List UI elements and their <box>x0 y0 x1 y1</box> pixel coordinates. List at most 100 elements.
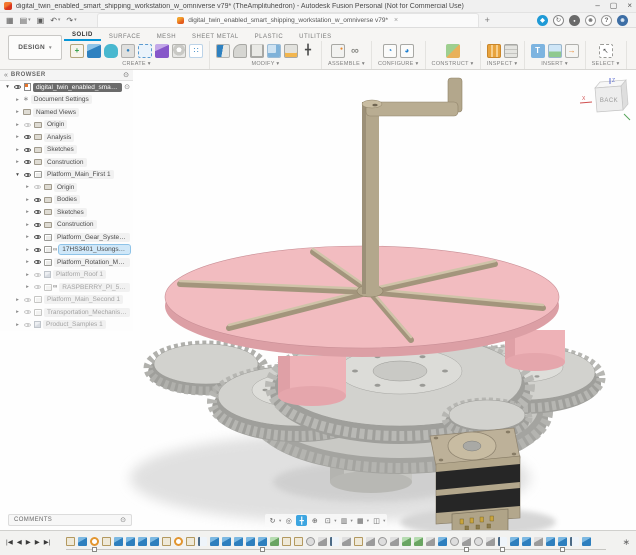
expand-arrow-icon[interactable]: ▸ <box>24 209 31 215</box>
job-status-icon[interactable]: ↻ <box>553 15 564 26</box>
browser-tree-item[interactable]: ▸Sketches <box>0 144 133 157</box>
display-settings-tool[interactable]: ▥▾ <box>339 515 353 526</box>
visibility-eye-icon[interactable] <box>23 170 32 179</box>
ribbon-tab-plastic[interactable]: PLASTIC <box>247 32 292 41</box>
expand-arrow-icon[interactable]: ▸ <box>14 159 21 165</box>
orbit-tool[interactable]: ↻▾ <box>267 515 281 526</box>
expand-arrow-icon[interactable]: ▸ <box>24 247 31 253</box>
canvas-icon[interactable] <box>548 44 562 58</box>
visibility-eye-icon[interactable] <box>33 208 42 217</box>
fit-tool[interactable]: ⊡▾ <box>322 515 336 526</box>
timeline-feature-blue-flag[interactable] <box>330 537 339 546</box>
insert-dropdown[interactable]: INSERT ▾ <box>541 61 568 67</box>
expand-arrow-icon[interactable]: ▸ <box>14 134 21 140</box>
step-back-button[interactable]: ◀ <box>17 538 22 546</box>
viewports-tool[interactable]: ◫▾ <box>371 515 385 526</box>
close-button[interactable]: × <box>627 1 632 11</box>
timeline-feature-gray-link[interactable] <box>306 537 315 546</box>
visibility-eye-icon[interactable] <box>23 133 32 142</box>
expand-arrow-icon[interactable]: ▸ <box>14 297 21 303</box>
browser-tree-item[interactable]: ▸Platform_Rotation_Mechanism 1 <box>0 256 133 269</box>
visibility-eye-icon[interactable] <box>33 245 42 254</box>
timeline-feature-gray-joint[interactable] <box>342 537 351 546</box>
visibility-eye-icon[interactable] <box>33 220 42 229</box>
shell-icon[interactable] <box>250 44 264 58</box>
expand-arrow-icon[interactable]: ▸ <box>24 222 31 228</box>
ribbon-tab-utilities[interactable]: UTILITIES <box>291 32 340 41</box>
timeline-feature-blue-solid[interactable] <box>438 537 447 546</box>
ribbon-tab-solid[interactable]: SOLID <box>64 30 101 41</box>
timeline-feature-blue-solid[interactable] <box>126 537 135 546</box>
form-icon[interactable] <box>104 44 118 58</box>
timeline-feature-gray-link[interactable] <box>450 537 459 546</box>
move-icon[interactable] <box>301 44 315 58</box>
timeline-feature-green-comp[interactable] <box>402 537 411 546</box>
browser-tree-item[interactable]: ▸∗Document Settings <box>0 94 133 107</box>
collapse-panel-icon[interactable]: « <box>4 72 8 79</box>
expand-arrow-icon[interactable]: ▸ <box>14 309 21 315</box>
visibility-eye-icon[interactable] <box>33 270 42 279</box>
timeline-group-marker[interactable] <box>92 547 97 552</box>
timeline-settings-gear-icon[interactable]: ∗ <box>622 537 630 548</box>
browser-tree-item[interactable]: ▸Sketches <box>0 206 133 219</box>
timeline-feature-tan-sketch[interactable] <box>354 537 363 546</box>
timeline-feature-gray-joint[interactable] <box>486 537 495 546</box>
browser-tree-item[interactable]: ▾digital_twin_enabled_smart_s...⊙ <box>0 81 133 94</box>
timeline-feature-gray-joint[interactable] <box>534 537 543 546</box>
browser-tree-item[interactable]: ▸Construction <box>0 156 133 169</box>
extensions-icon[interactable]: ◆ <box>537 15 548 26</box>
visibility-eye-icon[interactable] <box>23 145 32 154</box>
minimize-button[interactable]: – <box>595 1 599 11</box>
timeline-feature-blue-solid[interactable] <box>558 537 567 546</box>
timeline-feature-gray-joint[interactable] <box>462 537 471 546</box>
collapse-arrow-icon[interactable]: ▾ <box>14 172 21 178</box>
undo-icon[interactable]: ↶▾ <box>50 16 60 25</box>
timeline-feature-orange-circle[interactable] <box>174 537 183 546</box>
browser-tree-item[interactable]: ▸Platform_Roof 1 <box>0 269 133 282</box>
visibility-eye-icon[interactable] <box>23 295 32 304</box>
visibility-eye-icon[interactable] <box>33 258 42 267</box>
expand-arrow-icon[interactable]: ▸ <box>14 122 21 128</box>
sketch-icon[interactable] <box>70 44 84 58</box>
visibility-eye-icon[interactable] <box>33 233 42 242</box>
pan-tool[interactable]: ╋ <box>296 515 307 526</box>
visibility-eye-icon[interactable] <box>13 83 22 92</box>
browser-tree-item[interactable]: ▸Analysis <box>0 131 133 144</box>
expand-arrow-icon[interactable]: ▸ <box>14 109 21 115</box>
expand-arrow-icon[interactable]: ▸ <box>14 147 21 153</box>
visibility-eye-icon[interactable] <box>33 195 42 204</box>
create-dropdown[interactable]: CREATE ▾ <box>122 61 151 67</box>
timeline-feature-blue-flag[interactable] <box>198 537 207 546</box>
go-to-end-button[interactable]: ▶| <box>44 538 51 546</box>
browser-tree-item[interactable]: ▸∞RASPBERRY_PI_5 v1 1 <box>0 281 133 294</box>
select-dropdown[interactable]: SELECT ▾ <box>592 61 620 67</box>
plane-icon[interactable] <box>446 44 460 58</box>
browser-tree-item[interactable]: ▸Origin <box>0 119 133 132</box>
browser-options-icon[interactable]: ⊙ <box>123 71 129 79</box>
expand-arrow-icon[interactable]: ▸ <box>24 284 31 290</box>
new-component-icon[interactable] <box>331 44 345 58</box>
interference-icon[interactable] <box>504 44 518 58</box>
browser-tree-item[interactable]: ▸Origin <box>0 181 133 194</box>
timeline-group-marker[interactable] <box>464 547 469 552</box>
look-at-tool[interactable]: ◎ <box>283 515 294 526</box>
expand-arrow-icon[interactable]: ▸ <box>24 197 31 203</box>
timeline-feature-blue-flag[interactable] <box>498 537 507 546</box>
visibility-eye-icon[interactable] <box>23 120 32 129</box>
expand-arrow-icon[interactable]: ▸ <box>24 272 31 278</box>
timeline-group-marker[interactable] <box>560 547 565 552</box>
timeline-feature-blue-solid[interactable] <box>522 537 531 546</box>
construct-dropdown[interactable]: CONSTRUCT ▾ <box>432 61 474 67</box>
orbit-icon[interactable]: ↻ <box>267 515 278 526</box>
new-tab-button[interactable]: + <box>485 15 490 25</box>
timeline-feature-blue-solid[interactable] <box>114 537 123 546</box>
timeline-feature-blue-solid[interactable] <box>138 537 147 546</box>
timeline-feature-green-comp[interactable] <box>270 537 279 546</box>
hole-icon[interactable] <box>172 44 186 58</box>
display-settings-icon[interactable]: ▥ <box>339 515 350 526</box>
expand-arrow-icon[interactable]: ▸ <box>24 259 31 265</box>
timeline-feature-tan-sketch[interactable] <box>294 537 303 546</box>
browser-tree-item[interactable]: ▸Platform_Gear_System 1 <box>0 231 133 244</box>
joint-icon[interactable] <box>348 44 362 58</box>
configuration-insert-icon[interactable] <box>400 44 414 58</box>
